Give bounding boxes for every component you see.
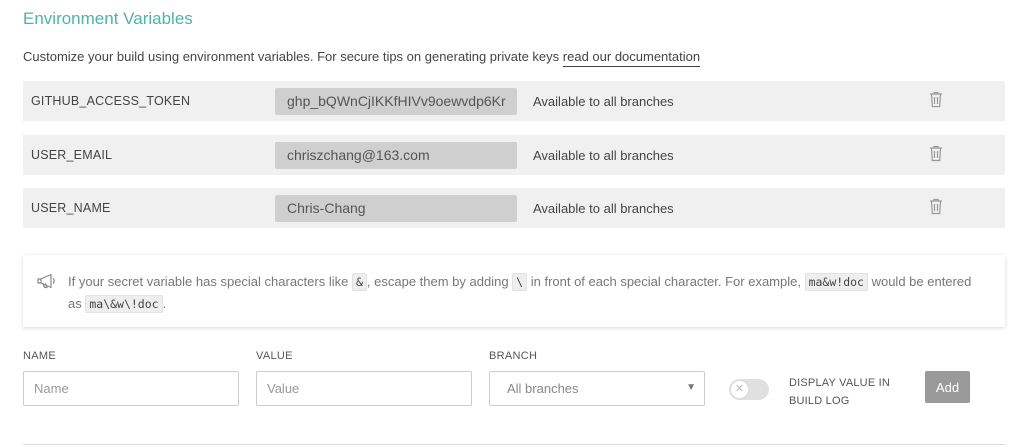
env-var-branch: Available to all branches [533,148,674,163]
env-var-name: USER_NAME [31,201,111,215]
branch-select[interactable]: All branches ▼ [489,371,705,406]
code-backslash: \ [512,273,528,291]
add-button[interactable]: Add [925,371,970,403]
name-label: NAME [23,350,56,362]
trash-icon[interactable] [929,198,943,215]
name-input[interactable] [23,371,239,406]
section-title: Environment Variables [23,9,193,28]
value-input[interactable] [256,371,472,406]
env-var-value: Chris-Chang [275,195,517,222]
env-var-value: ghp_bQWnCjIKKfHIVv9oewvdp6Kr [275,88,517,115]
env-var-name: USER_EMAIL [31,148,113,162]
documentation-link[interactable]: read our documentation [562,49,701,67]
branch-label: BRANCH [489,350,538,362]
chevron-down-icon: ▼ [686,382,696,393]
x-icon: ✕ [730,380,749,399]
branch-select-value: All branches [507,381,579,396]
code-example: ma&w!doc [804,273,868,291]
notice-text-part: , escape them by adding [366,274,513,289]
env-var-value: chriszchang@163.com [275,142,517,169]
trash-icon[interactable] [929,145,943,162]
env-var-branch: Available to all branches [533,94,674,109]
trash-icon[interactable] [929,91,943,108]
env-var-branch: Available to all branches [533,201,674,216]
section-description: Customize your build using environment v… [23,49,701,67]
code-ampersand: & [351,273,367,291]
code-escaped-example: ma\&w\!doc [85,295,163,313]
notice-text-part: in front of each special character. For … [527,274,805,289]
env-var-name: GITHUB_ACCESS_TOKEN [31,94,191,108]
display-value-label: DISPLAY VALUE IN BUILD LOG [789,377,891,407]
value-label: VALUE [256,350,293,362]
description-text: Customize your build using environment v… [23,49,563,64]
env-var-row: GITHUB_ACCESS_TOKEN ghp_bQWnCjIKKfHIVv9o… [23,81,1005,121]
megaphone-icon [37,273,55,289]
env-var-row: USER_EMAIL chriszchang@163.com Available… [23,135,1005,175]
notice-text-part: . [162,296,167,311]
divider [23,444,1005,445]
special-characters-notice: If your secret variable has special char… [23,255,1005,327]
env-var-row: USER_NAME Chris-Chang Available to all b… [23,188,1005,228]
display-value-toggle[interactable]: ✕ [729,379,769,400]
notice-text-part: If your secret variable has special char… [68,274,352,289]
notice-text: If your secret variable has special char… [68,271,988,315]
